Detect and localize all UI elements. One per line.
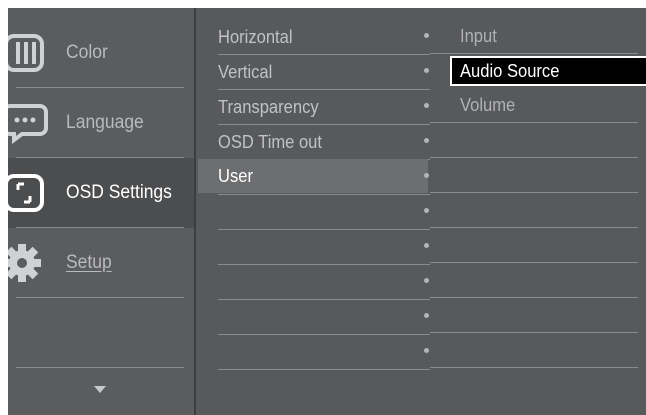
submenu-divider bbox=[218, 229, 430, 230]
bullet-dot-icon bbox=[424, 33, 429, 38]
option-divider bbox=[430, 367, 638, 368]
osd-menu: Color Language OSD Settings Setup Horizo… bbox=[8, 8, 646, 415]
option-divider bbox=[430, 332, 638, 333]
scroll-down-arrow-icon[interactable] bbox=[94, 386, 106, 393]
option-label: Input bbox=[460, 26, 497, 46]
option-divider bbox=[430, 262, 638, 263]
option-divider bbox=[430, 122, 638, 123]
option-divider bbox=[430, 157, 638, 158]
nav-item-label: Language bbox=[66, 112, 144, 133]
submenu-item-vertical[interactable]: Vertical bbox=[218, 55, 430, 89]
color-bars-icon bbox=[8, 34, 44, 72]
nav-item-setup[interactable]: Setup bbox=[8, 228, 194, 298]
column-divider bbox=[194, 8, 196, 415]
submenu-item-label: Vertical bbox=[218, 62, 273, 82]
submenu-item-user[interactable]: User bbox=[198, 159, 428, 193]
nav-divider bbox=[16, 297, 184, 298]
bullet-dot-icon bbox=[424, 138, 429, 143]
submenu-item-horizontal[interactable]: Horizontal bbox=[218, 20, 430, 54]
submenu-divider bbox=[218, 299, 430, 300]
bullet-dot-icon bbox=[424, 208, 429, 213]
nav-item-osd-settings[interactable]: OSD Settings bbox=[8, 158, 194, 228]
submenu-divider bbox=[218, 194, 430, 195]
bullet-dot-icon bbox=[424, 278, 429, 283]
option-label: Volume bbox=[460, 95, 516, 115]
submenu-divider bbox=[218, 369, 430, 370]
option-divider bbox=[430, 192, 638, 193]
submenu-item-label: Horizontal bbox=[218, 27, 293, 47]
option-audio-source[interactable]: Audio Source bbox=[430, 54, 646, 88]
submenu-divider bbox=[218, 264, 430, 265]
submenu-item-label: OSD Time out bbox=[218, 132, 323, 152]
submenu-item-label: Transparency bbox=[218, 97, 319, 117]
option-divider bbox=[430, 227, 638, 228]
gear-icon bbox=[8, 244, 41, 282]
nav-item-label: Color bbox=[66, 42, 108, 63]
submenu-item-label: User bbox=[218, 166, 253, 186]
bullet-dot-icon bbox=[424, 243, 429, 248]
submenu-divider bbox=[218, 334, 430, 335]
bullet-dot-icon bbox=[424, 103, 429, 108]
submenu-item-transparency[interactable]: Transparency bbox=[218, 90, 430, 124]
speech-bubble-icon bbox=[8, 104, 48, 144]
option-volume[interactable]: Volume bbox=[430, 88, 638, 122]
bullet-dot-icon bbox=[424, 173, 429, 178]
option-label: Audio Source bbox=[460, 61, 560, 81]
main-menu: Color Language OSD Settings Setup bbox=[8, 8, 194, 415]
bullet-dot-icon bbox=[424, 313, 429, 318]
option-divider bbox=[430, 297, 638, 298]
nav-divider bbox=[16, 367, 184, 368]
nav-item-language[interactable]: Language bbox=[8, 88, 194, 158]
nav-item-label: Setup bbox=[66, 252, 112, 273]
osd-frame-icon bbox=[8, 174, 44, 212]
bullet-dot-icon bbox=[424, 68, 429, 73]
nav-item-label: OSD Settings bbox=[66, 182, 172, 203]
option-input[interactable]: Input bbox=[430, 19, 638, 53]
nav-item-color[interactable]: Color bbox=[8, 18, 194, 88]
submenu-item-osd-time-out[interactable]: OSD Time out bbox=[218, 125, 430, 159]
bullet-dot-icon bbox=[424, 348, 429, 353]
